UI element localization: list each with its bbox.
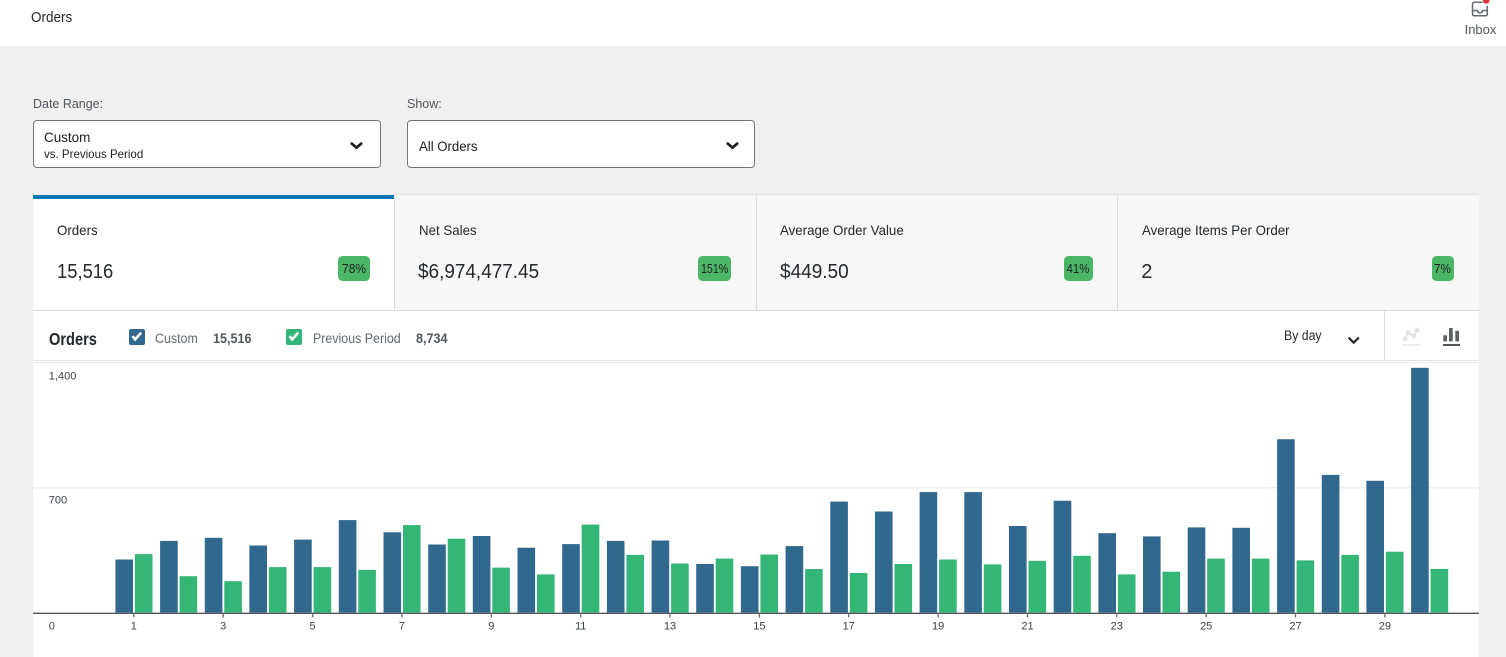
svg-text:27: 27 [1289, 620, 1301, 632]
svg-text:21: 21 [1021, 620, 1033, 632]
svg-text:9: 9 [488, 620, 494, 632]
svg-text:13: 13 [663, 620, 675, 632]
svg-text:1: 1 [130, 620, 136, 632]
svg-text:1,400: 1,400 [48, 370, 76, 382]
svg-text:700: 700 [48, 494, 66, 506]
svg-text:23: 23 [1110, 620, 1122, 632]
svg-text:15: 15 [753, 620, 765, 632]
svg-text:0: 0 [48, 620, 54, 632]
svg-text:29: 29 [1378, 620, 1390, 632]
svg-text:17: 17 [842, 620, 854, 632]
svg-text:19: 19 [931, 620, 943, 632]
svg-text:11: 11 [574, 620, 585, 632]
svg-text:5: 5 [309, 620, 315, 632]
svg-text:3: 3 [220, 620, 226, 632]
svg-text:25: 25 [1200, 620, 1212, 632]
svg-text:7: 7 [398, 620, 404, 632]
